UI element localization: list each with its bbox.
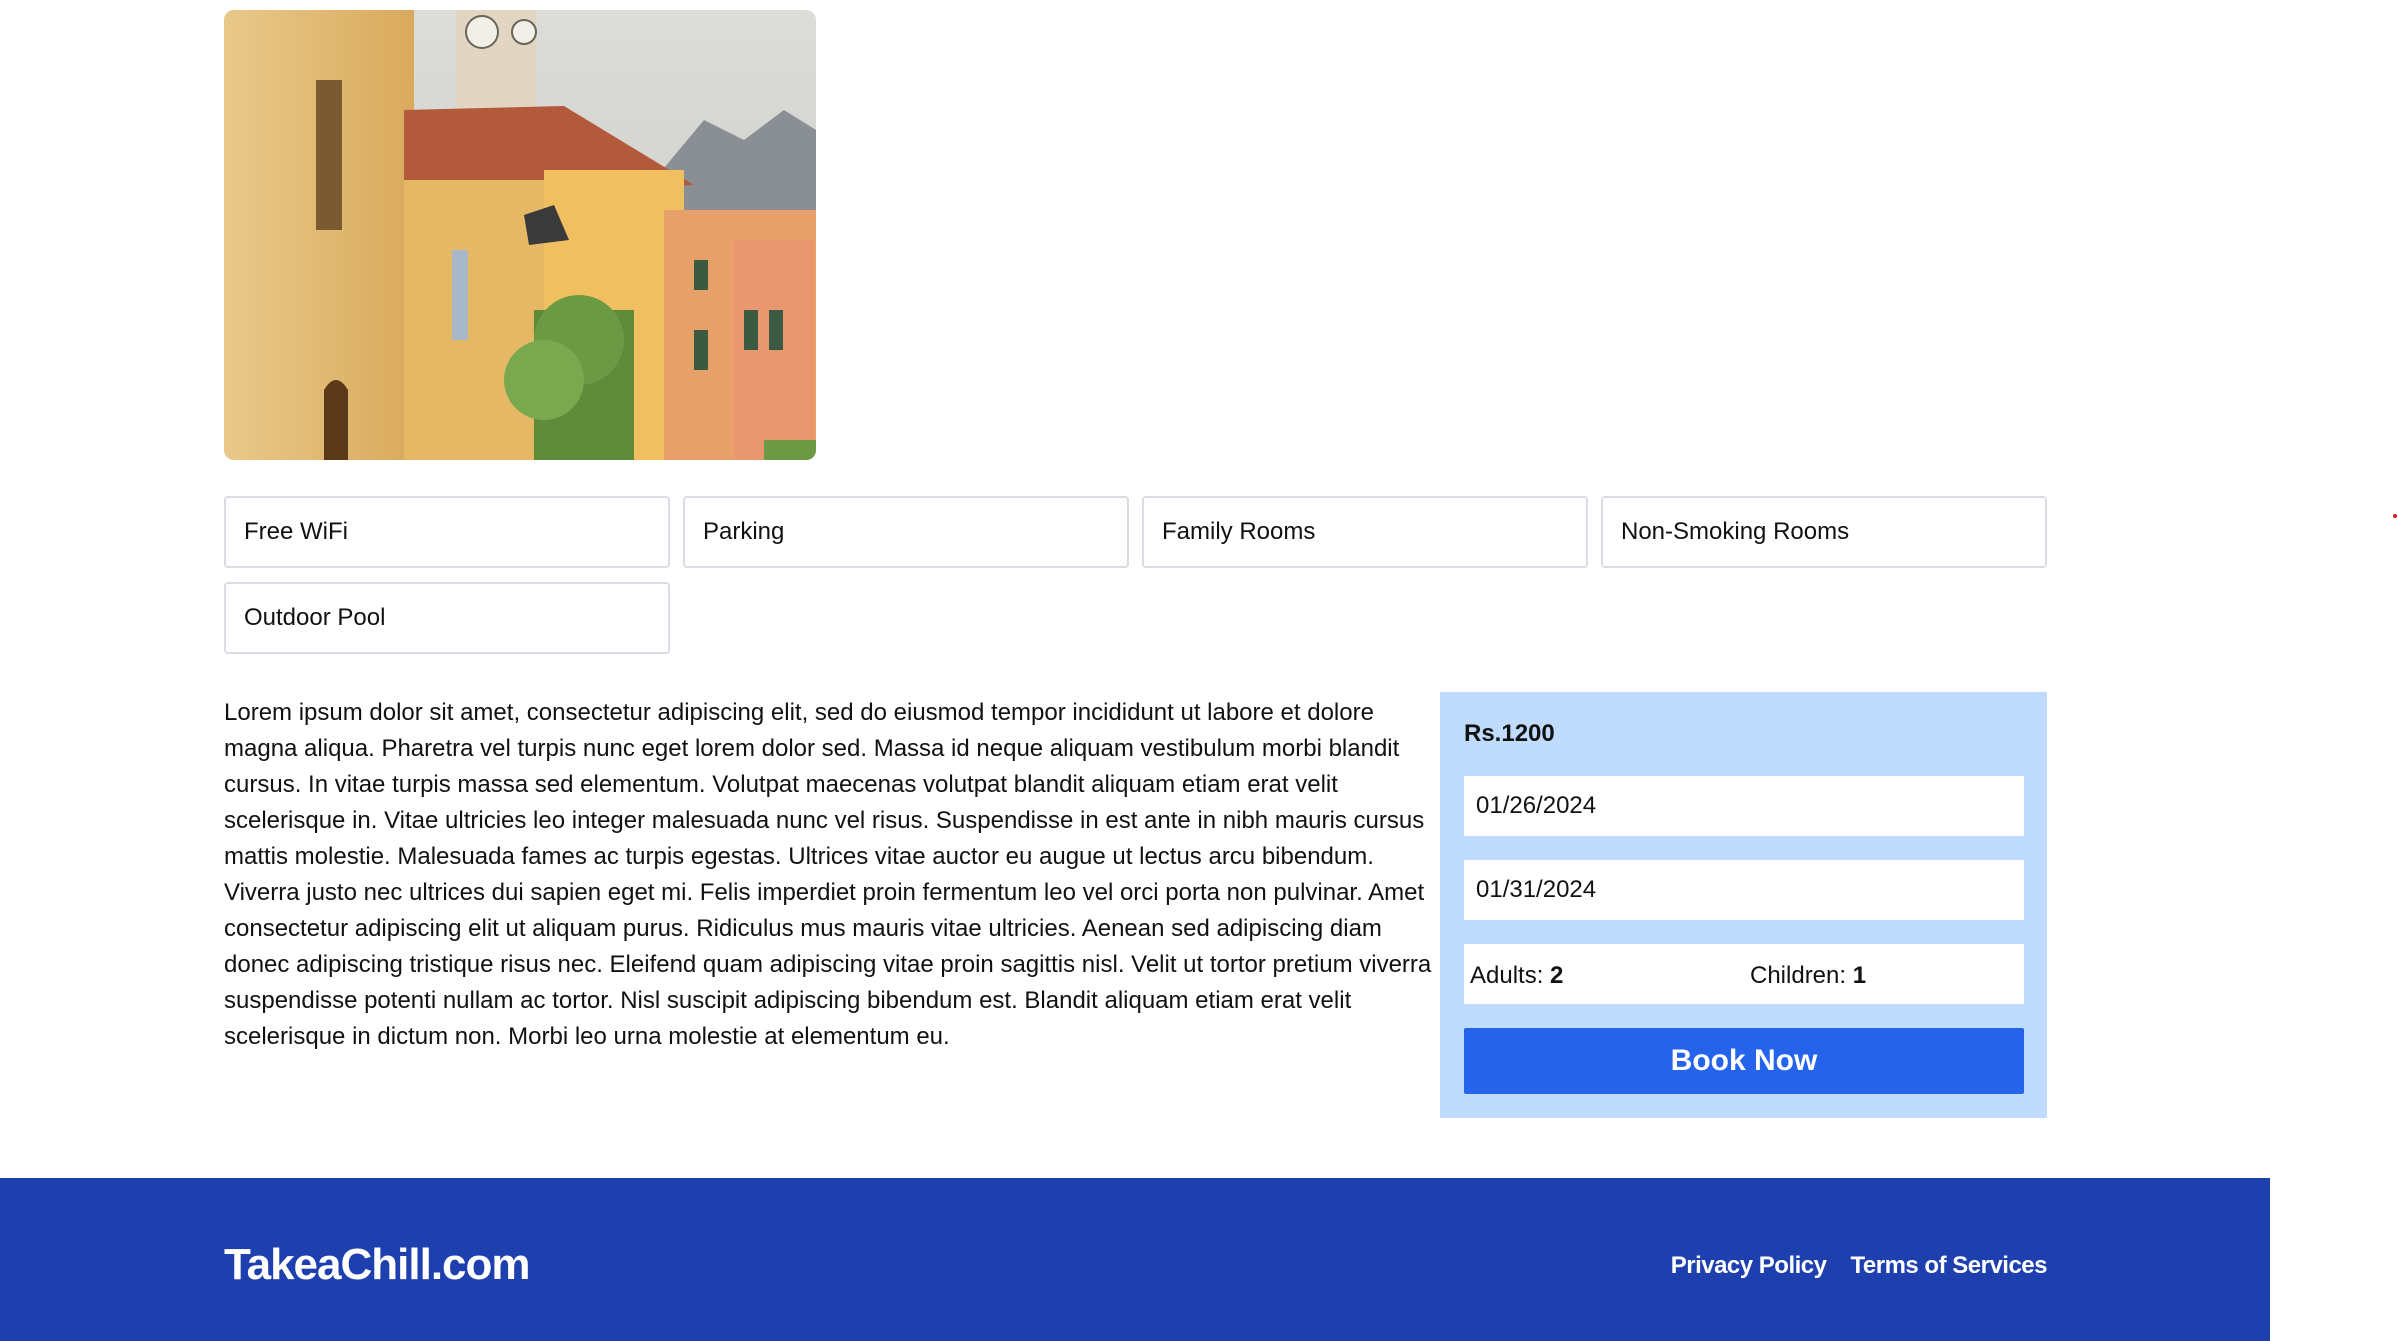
- hotel-photo: [224, 10, 816, 460]
- terms-of-services-link[interactable]: Terms of Services: [1851, 1252, 2048, 1280]
- children-value: 1: [1852, 962, 1867, 989]
- facility-non-smoking-rooms: Non-Smoking Rooms: [1601, 496, 2047, 568]
- children-label: Children:: [1750, 962, 1847, 989]
- check-out-date-input[interactable]: [1464, 860, 2024, 920]
- hotel-description: Lorem ipsum dolor sit amet, consectetur …: [224, 699, 1432, 1050]
- price-label: Rs.1200: [1464, 720, 1555, 747]
- adults-count: Adults: 2: [1470, 962, 1563, 990]
- brand-logo[interactable]: TakeaChill.com: [224, 1240, 531, 1290]
- check-in-date-input[interactable]: [1464, 776, 2024, 836]
- guest-selector[interactable]: Adults: 2 Children: 1: [1464, 944, 2024, 1004]
- privacy-policy-link[interactable]: Privacy Policy: [1671, 1252, 1827, 1280]
- facility-family-rooms: Family Rooms: [1142, 496, 1588, 568]
- adults-value: 2: [1550, 962, 1564, 989]
- children-count: Children: 1: [1750, 962, 1866, 990]
- footer-links: Privacy Policy Terms of Services: [1671, 1252, 2048, 1280]
- footer: TakeaChill.com Privacy Policy Terms of S…: [0, 1178, 2270, 1341]
- booking-panel: Rs.1200 Adults: 2 Children: 1 Book Now: [1440, 692, 2047, 1118]
- facility-free-wifi: Free WiFi: [224, 496, 670, 568]
- facility-outdoor-pool: Outdoor Pool: [224, 582, 670, 654]
- facility-parking: Parking: [683, 496, 1129, 568]
- adults-label: Adults:: [1470, 962, 1544, 989]
- book-now-button[interactable]: Book Now: [1464, 1028, 2024, 1094]
- red-dot-marker: [2393, 514, 2397, 518]
